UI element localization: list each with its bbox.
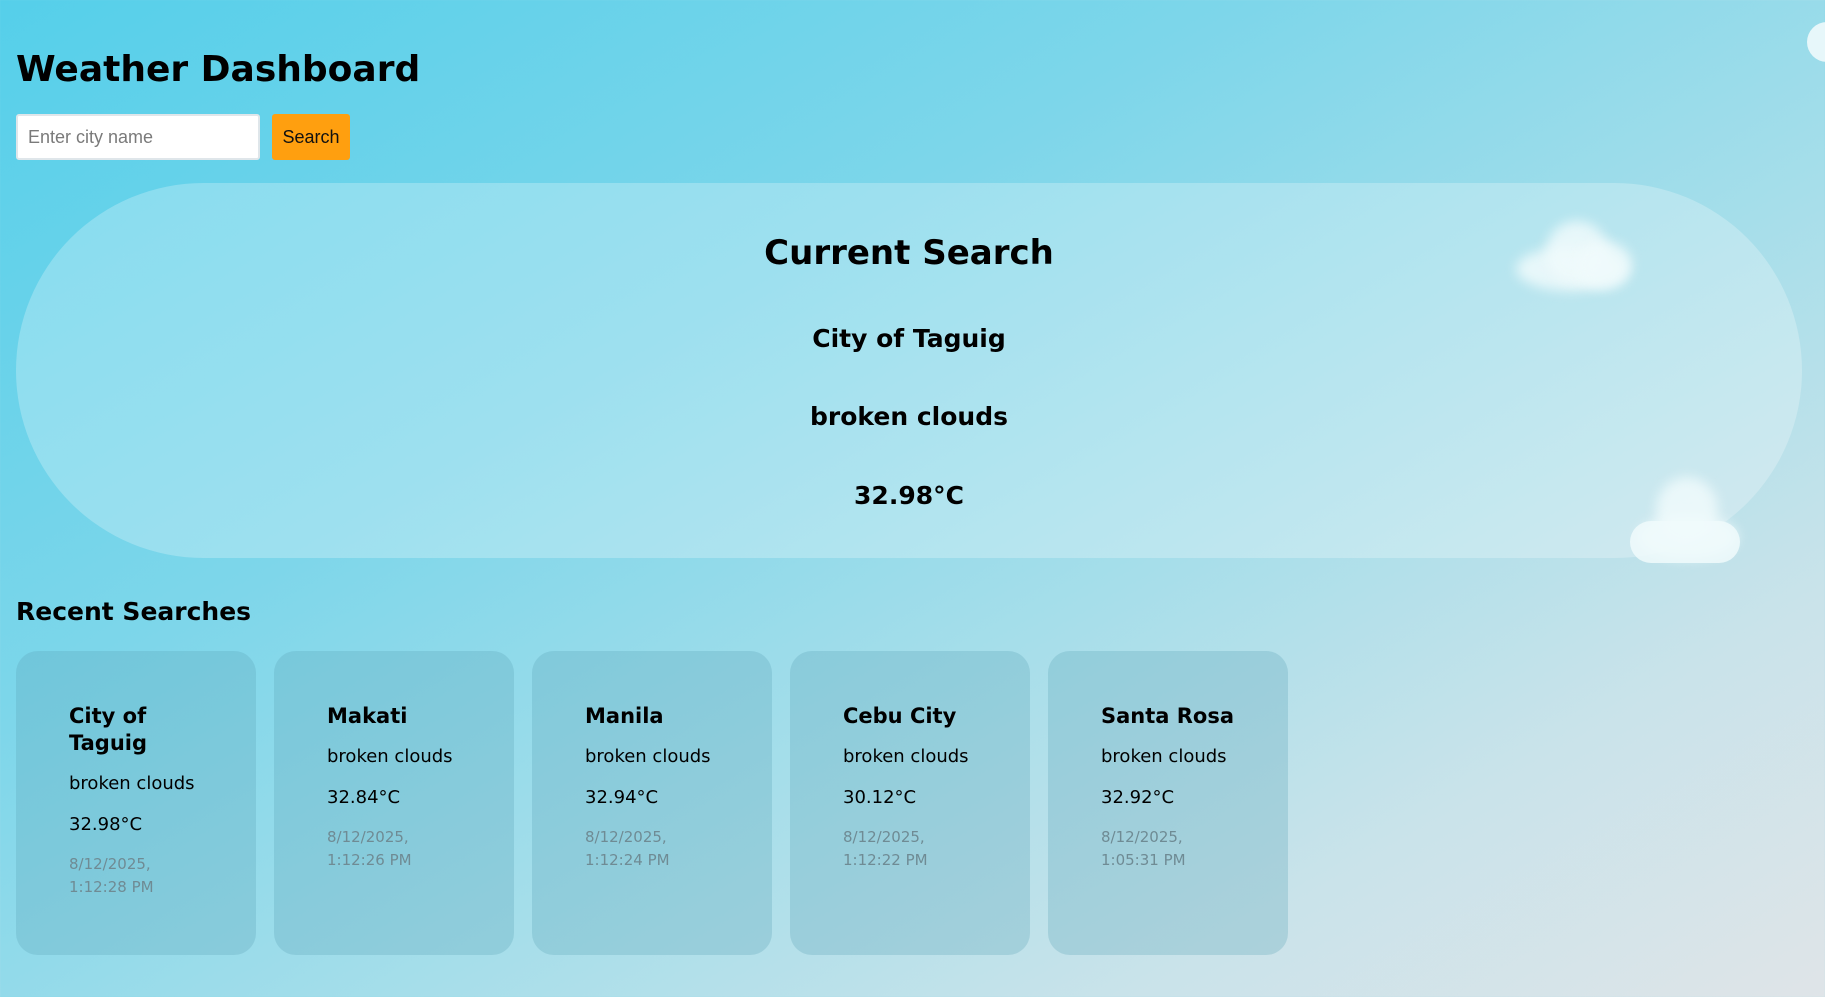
current-city: City of Taguig <box>812 324 1006 353</box>
recent-card-temperature: 30.12°C <box>843 787 917 808</box>
recent-card-timestamp: 8/12/2025, 1:05:31 PM <box>1101 828 1186 869</box>
recent-card-description: broken clouds <box>69 773 195 794</box>
search-bar: Search <box>16 114 350 160</box>
recent-search-card[interactable]: Manila broken clouds 32.94°C 8/12/2025, … <box>532 651 772 955</box>
recent-card-timestamp: 8/12/2025, 1:12:28 PM <box>69 855 154 896</box>
recent-card-temperature: 32.98°C <box>69 814 143 835</box>
page-title: Weather Dashboard <box>16 49 421 90</box>
recent-card-city: Santa Rosa <box>1101 704 1235 728</box>
recent-card-timestamp: 8/12/2025, 1:12:26 PM <box>327 828 412 869</box>
recent-search-card[interactable]: City of Taguig broken clouds 32.98°C 8/1… <box>16 651 256 955</box>
recent-card-city: Cebu City <box>843 704 957 728</box>
recent-search-card[interactable]: Makati broken clouds 32.84°C 8/12/2025, … <box>274 651 514 955</box>
recent-searches-heading: Recent Searches <box>16 597 252 626</box>
recent-search-card[interactable]: Santa Rosa broken clouds 32.92°C 8/12/20… <box>1048 651 1288 955</box>
recent-card-city: Manila <box>585 704 664 728</box>
recent-card-description: broken clouds <box>327 746 453 767</box>
search-button[interactable]: Search <box>272 114 350 160</box>
recent-card-temperature: 32.84°C <box>327 787 401 808</box>
recent-card-temperature: 32.92°C <box>1101 787 1175 808</box>
current-description: broken clouds <box>810 402 1008 431</box>
current-search-heading: Current Search <box>764 233 1054 273</box>
recent-card-description: broken clouds <box>585 746 711 767</box>
recent-searches-list: City of Taguig broken clouds 32.98°C 8/1… <box>16 651 1288 955</box>
current-temperature: 32.98°C <box>854 481 964 510</box>
recent-card-city: City of Taguig <box>69 704 148 755</box>
recent-card-description: broken clouds <box>1101 746 1227 767</box>
cloud-decoration-icon <box>1630 521 1740 563</box>
cloud-decoration-icon <box>1807 22 1825 62</box>
recent-card-temperature: 32.94°C <box>585 787 659 808</box>
current-weather-card: Current Search City of Taguig broken clo… <box>16 183 1802 563</box>
recent-card-city: Makati <box>327 704 408 728</box>
city-search-input[interactable] <box>16 114 260 160</box>
recent-search-card[interactable]: Cebu City broken clouds 30.12°C 8/12/202… <box>790 651 1030 955</box>
recent-card-description: broken clouds <box>843 746 969 767</box>
recent-card-timestamp: 8/12/2025, 1:12:22 PM <box>843 828 928 869</box>
recent-card-timestamp: 8/12/2025, 1:12:24 PM <box>585 828 670 869</box>
